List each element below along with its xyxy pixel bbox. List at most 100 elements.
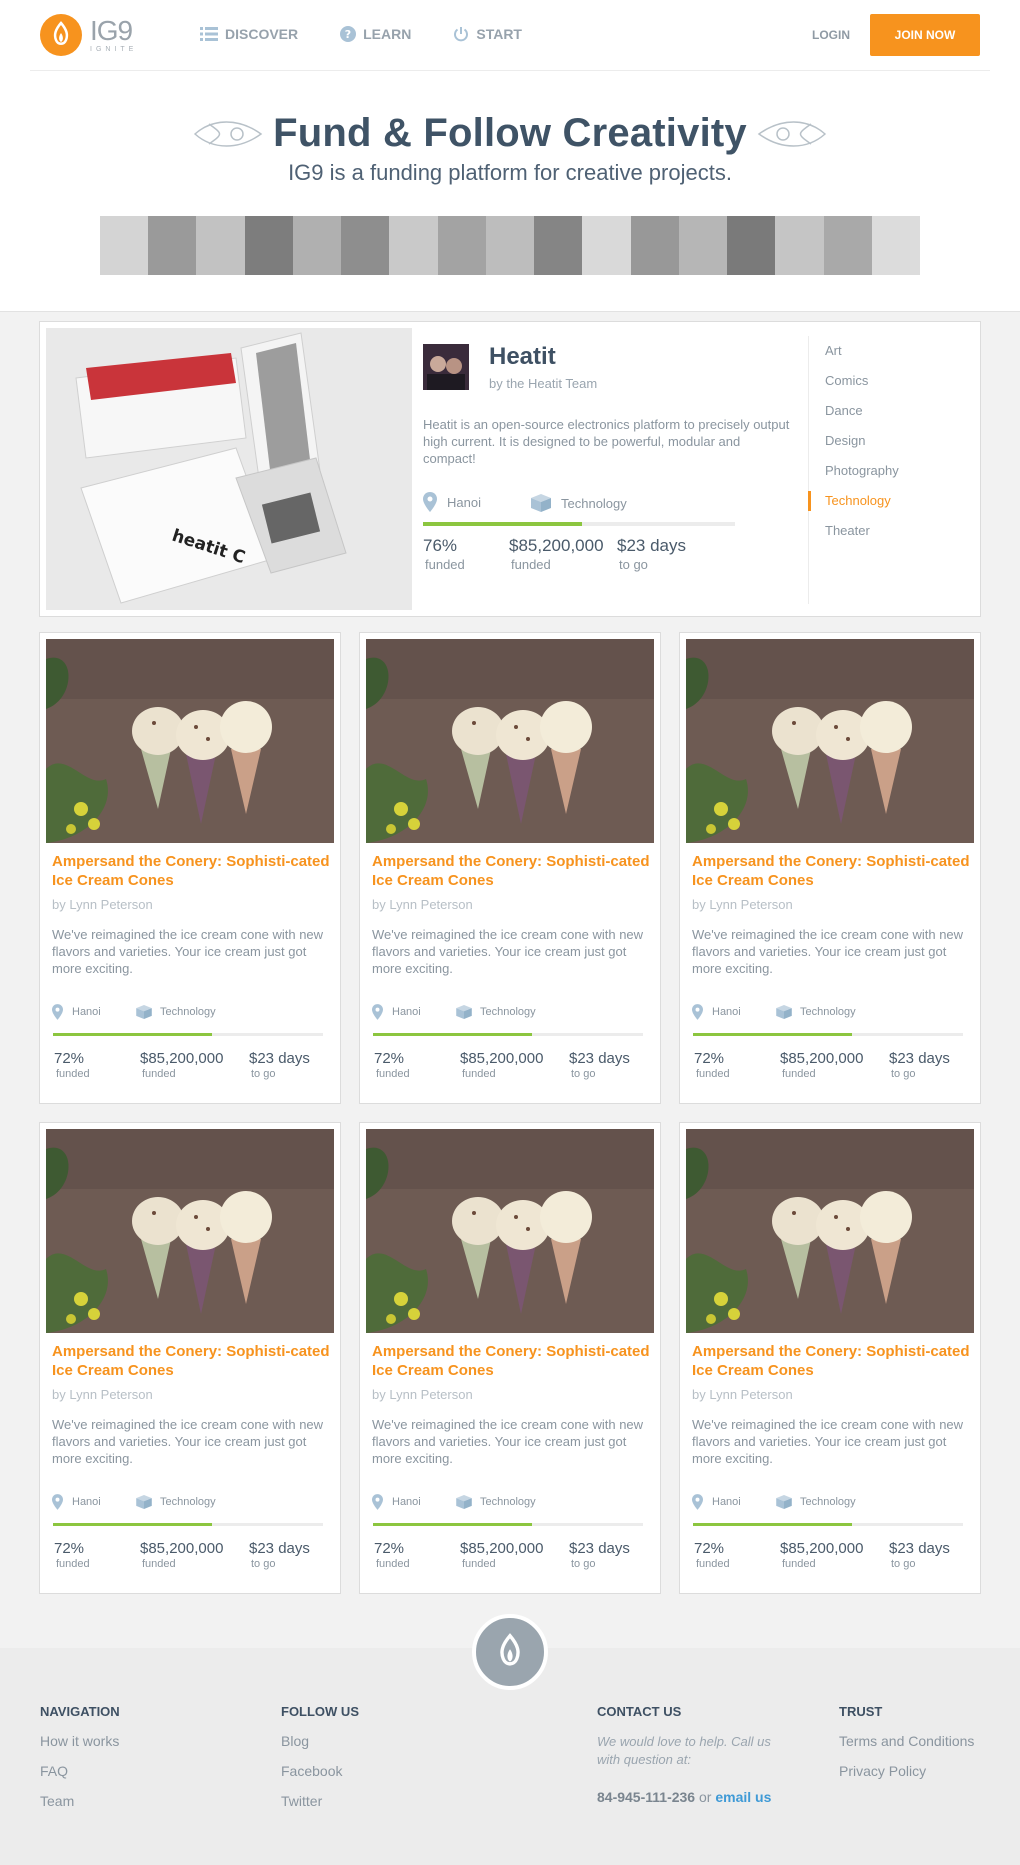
project-card-stat-amount-label: funded <box>142 1558 176 1570</box>
project-card-location: Hanoi <box>372 1494 421 1510</box>
project-card-image[interactable] <box>366 639 654 843</box>
nav-learn-label: LEARN <box>363 26 412 42</box>
project-card-category-label: Technology <box>800 1496 856 1508</box>
map-pin-icon <box>52 1494 63 1510</box>
left-ornament-icon <box>194 120 263 147</box>
featured-location: Hanoi <box>423 492 481 512</box>
right-ornament-icon <box>757 120 826 147</box>
nav-learn[interactable]: ? LEARN <box>340 26 411 42</box>
project-card-image[interactable] <box>686 639 974 843</box>
footer-link-how-it-works[interactable]: How it works <box>40 1733 120 1763</box>
project-card-title[interactable]: Ampersand the Conery: Sophisti-cated Ice… <box>372 1342 650 1380</box>
project-card-stat-percent: 72% <box>374 1050 405 1067</box>
category-dance[interactable]: Dance <box>809 396 970 426</box>
map-pin-icon <box>423 492 437 512</box>
category-comics[interactable]: Comics <box>809 366 970 396</box>
project-card-category-label: Technology <box>800 1006 856 1018</box>
cube-icon <box>456 1005 472 1019</box>
project-card-author: by Lynn Peterson <box>52 897 153 912</box>
footer-link-terms[interactable]: Terms and Conditions <box>839 1733 974 1763</box>
footer-link-blog[interactable]: Blog <box>281 1733 359 1763</box>
project-card: Ampersand the Conery: Sophisti-cated Ice… <box>39 1122 341 1594</box>
project-card-category: Technology <box>776 1495 856 1509</box>
footer-link-team[interactable]: Team <box>40 1793 120 1823</box>
category-art[interactable]: Art <box>809 336 970 366</box>
nav-discover-label: DISCOVER <box>225 26 299 42</box>
cube-icon <box>531 494 551 512</box>
project-card-progress-bar <box>693 1523 963 1526</box>
footer-phone[interactable]: 84-945-111-236 <box>597 1789 695 1805</box>
project-card-title[interactable]: Ampersand the Conery: Sophisti-cated Ice… <box>52 852 330 890</box>
project-card-stat-amount: $85,200,000 <box>780 1050 864 1067</box>
power-icon <box>454 27 469 42</box>
project-card-stat-days-label: to go <box>571 1558 596 1570</box>
project-card-title[interactable]: Ampersand the Conery: Sophisti-cated Ice… <box>692 1342 970 1380</box>
featured-stat-amount-label: funded <box>511 557 551 572</box>
footer-link-facebook[interactable]: Facebook <box>281 1763 359 1793</box>
category-technology[interactable]: Technology <box>808 486 970 516</box>
project-card-stat-amount: $85,200,000 <box>780 1540 864 1557</box>
nav-start[interactable]: START <box>453 26 522 42</box>
project-card-title[interactable]: Ampersand the Conery: Sophisti-cated Ice… <box>372 852 650 890</box>
footer-follow: FOLLOW US Blog Facebook Twitter <box>281 1704 359 1823</box>
footer-link-privacy[interactable]: Privacy Policy <box>839 1763 974 1793</box>
footer-or: or <box>698 1789 712 1805</box>
project-card-image[interactable] <box>686 1129 974 1333</box>
footer-navigation-heading: NAVIGATION <box>40 1704 120 1719</box>
footer-link-twitter[interactable]: Twitter <box>281 1793 359 1823</box>
project-card-stat-percent: 72% <box>374 1540 405 1557</box>
project-card-location: Hanoi <box>52 1004 101 1020</box>
project-card-location-label: Hanoi <box>392 1496 421 1508</box>
map-pin-icon <box>692 1494 703 1510</box>
project-card-progress-bar <box>53 1033 323 1036</box>
project-card-progress-bar <box>373 1033 643 1036</box>
featured-project-image[interactable]: heatit C <box>46 328 412 610</box>
footer-logo-icon[interactable] <box>472 1614 548 1690</box>
featured-project-description: Heatit is an open-source electronics pla… <box>423 417 790 466</box>
featured-category-label: Technology <box>561 495 627 511</box>
featured-progress-bar <box>423 522 735 526</box>
logo[interactable]: IG9 IGNITE <box>40 14 137 56</box>
footer-link-faq[interactable]: FAQ <box>40 1763 120 1793</box>
flame-logo-icon <box>40 14 82 56</box>
list-icon <box>200 27 218 41</box>
footer-email-link[interactable]: email us <box>715 1789 771 1805</box>
project-card-stat-amount-label: funded <box>462 1558 496 1570</box>
project-card-title[interactable]: Ampersand the Conery: Sophisti-cated Ice… <box>692 852 970 890</box>
featured-project-author: by the Heatit Team <box>489 376 598 391</box>
avatar[interactable] <box>423 344 469 390</box>
project-card-stat-percent-label: funded <box>56 1558 90 1570</box>
cube-icon <box>776 1495 792 1509</box>
svg-text:?: ? <box>345 28 351 41</box>
project-card-location-label: Hanoi <box>712 1496 741 1508</box>
project-card-category: Technology <box>776 1005 856 1019</box>
project-card-progress-bar <box>373 1523 643 1526</box>
project-card-title[interactable]: Ampersand the Conery: Sophisti-cated Ice… <box>52 1342 330 1380</box>
category-design[interactable]: Design <box>809 426 970 456</box>
question-icon: ? <box>340 26 357 42</box>
project-card-image[interactable] <box>366 1129 654 1333</box>
project-card-image[interactable] <box>46 1129 334 1333</box>
footer-navigation: NAVIGATION How it works FAQ Team <box>40 1704 120 1823</box>
category-photography[interactable]: Photography <box>809 456 970 486</box>
project-card-location: Hanoi <box>372 1004 421 1020</box>
project-card-stat-percent-label: funded <box>376 1068 410 1080</box>
nav-discover[interactable]: DISCOVER <box>200 26 298 42</box>
project-card-stat-percent-label: funded <box>56 1068 90 1080</box>
featured-location-label: Hanoi <box>447 494 481 510</box>
join-now-button[interactable]: JOIN NOW <box>870 14 980 56</box>
project-card-stat-days: $23 days <box>569 1050 630 1067</box>
main-menu: DISCOVER ? LEARN START <box>200 26 564 42</box>
project-card-stat-amount-label: funded <box>462 1068 496 1080</box>
project-card-description: We've reimagined the ice cream cone with… <box>692 927 964 976</box>
project-card-description: We've reimagined the ice cream cone with… <box>52 1417 324 1466</box>
featured-project-title[interactable]: Heatit <box>489 343 556 371</box>
project-card-author: by Lynn Peterson <box>692 897 793 912</box>
project-card-image[interactable] <box>46 639 334 843</box>
category-theater[interactable]: Theater <box>809 516 970 546</box>
project-card-progress-fill <box>373 1033 533 1036</box>
featured-stat-amount: $85,200,000 <box>509 536 604 555</box>
project-card-location: Hanoi <box>692 1004 741 1020</box>
login-link[interactable]: LOGIN <box>812 28 850 42</box>
map-pin-icon <box>372 1494 383 1510</box>
